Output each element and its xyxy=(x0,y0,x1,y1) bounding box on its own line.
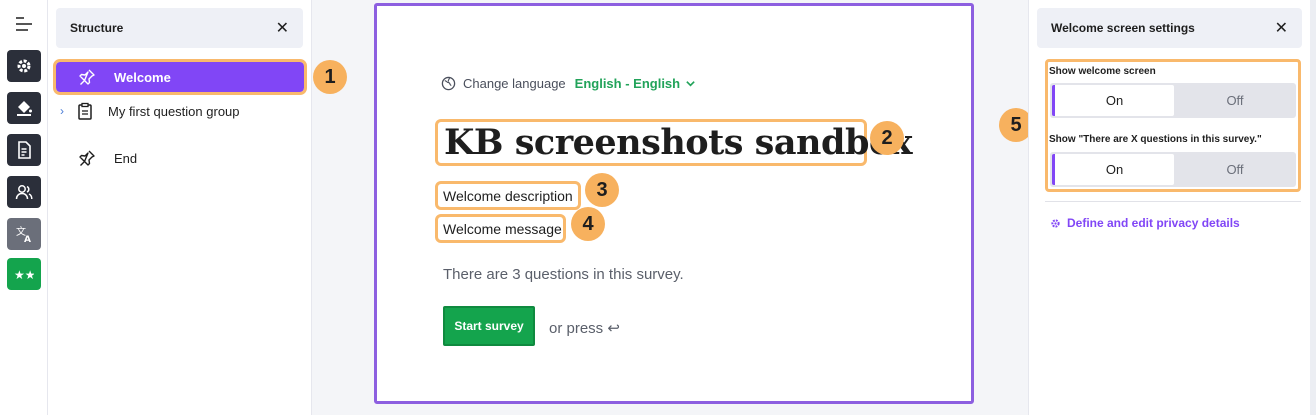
translate-icon[interactable]: 文A xyxy=(7,218,41,250)
change-language[interactable]: Change language English - English xyxy=(441,76,696,91)
rating-stars-icon[interactable]: ★★★ xyxy=(7,258,41,290)
callout-badge-4: 4 xyxy=(571,207,605,241)
show-count-on[interactable]: On xyxy=(1052,154,1174,185)
left-icon-rail: 文A ★★★ xyxy=(0,0,48,415)
question-count-text: There are 3 questions in this survey. xyxy=(443,266,684,283)
structure-item-end[interactable]: End xyxy=(78,143,137,173)
change-language-label: Change language xyxy=(463,76,566,91)
paint-bucket-icon[interactable] xyxy=(7,92,41,124)
divider xyxy=(1045,201,1301,202)
structure-item-question-group[interactable]: › My first question group xyxy=(60,96,240,126)
settings-panel-title: Welcome screen settings xyxy=(1051,21,1195,35)
show-count-off[interactable]: Off xyxy=(1174,152,1296,187)
show-count-label: Show "There are X questions in this surv… xyxy=(1049,134,1262,145)
clipboard-icon xyxy=(76,102,94,120)
globe-icon xyxy=(441,76,456,91)
show-welcome-label: Show welcome screen xyxy=(1049,66,1156,77)
welcome-description[interactable]: Welcome description xyxy=(435,181,581,210)
structure-item-label: My first question group xyxy=(108,103,240,119)
menu-icon[interactable] xyxy=(12,12,36,36)
settings-gear-icon[interactable] xyxy=(7,50,41,82)
pin-icon xyxy=(78,149,96,167)
participants-icon[interactable] xyxy=(7,176,41,208)
svg-text:A: A xyxy=(24,235,31,244)
privacy-link-label: Define and edit privacy details xyxy=(1067,216,1240,230)
pin-icon xyxy=(78,68,96,86)
survey-preview-card: Change language English - English KB scr… xyxy=(374,3,974,404)
structure-panel: Structure ✕ Welcome › My first question … xyxy=(48,0,312,415)
language-selector[interactable]: English - English xyxy=(575,76,680,91)
callout-badge-1: 1 xyxy=(313,60,347,94)
chevron-down-icon[interactable] xyxy=(685,78,696,89)
welcome-settings-group: Show welcome screen On Off Show "There a… xyxy=(1045,59,1301,192)
or-press-hint: or press ↩ xyxy=(549,320,620,337)
start-survey-button[interactable]: Start survey xyxy=(443,306,535,346)
survey-title[interactable]: KB screenshots sandbox xyxy=(435,119,913,166)
close-icon[interactable]: ✕ xyxy=(1275,18,1288,38)
structure-panel-title: Structure xyxy=(70,21,124,35)
callout-badge-2: 2 xyxy=(870,121,904,155)
welcome-settings-panel: Welcome screen settings ✕ Show welcome s… xyxy=(1028,0,1310,415)
show-count-toggle[interactable]: On Off xyxy=(1050,152,1296,187)
document-icon[interactable] xyxy=(7,134,41,166)
settings-panel-header: Welcome screen settings ✕ xyxy=(1037,8,1302,48)
structure-item-welcome[interactable]: Welcome xyxy=(53,59,307,95)
show-welcome-on[interactable]: On xyxy=(1052,85,1174,116)
structure-item-label: Welcome xyxy=(114,69,171,85)
privacy-details-link[interactable]: Define and edit privacy details xyxy=(1050,216,1240,230)
structure-panel-header: Structure ✕ xyxy=(56,8,303,48)
show-welcome-off[interactable]: Off xyxy=(1174,83,1296,118)
gear-icon xyxy=(1050,218,1067,229)
callout-badge-3: 3 xyxy=(585,173,619,207)
chevron-right-icon[interactable]: › xyxy=(60,104,76,118)
svg-text:★★★: ★★★ xyxy=(14,268,34,282)
app-window: 文A ★★★ Structure ✕ Welcome › My first qu… xyxy=(0,0,1316,415)
close-icon[interactable]: ✕ xyxy=(276,18,289,38)
show-welcome-toggle[interactable]: On Off xyxy=(1050,83,1296,118)
structure-item-label: End xyxy=(114,150,138,166)
scrollbar[interactable] xyxy=(1310,0,1316,415)
welcome-message[interactable]: Welcome message xyxy=(435,214,566,243)
